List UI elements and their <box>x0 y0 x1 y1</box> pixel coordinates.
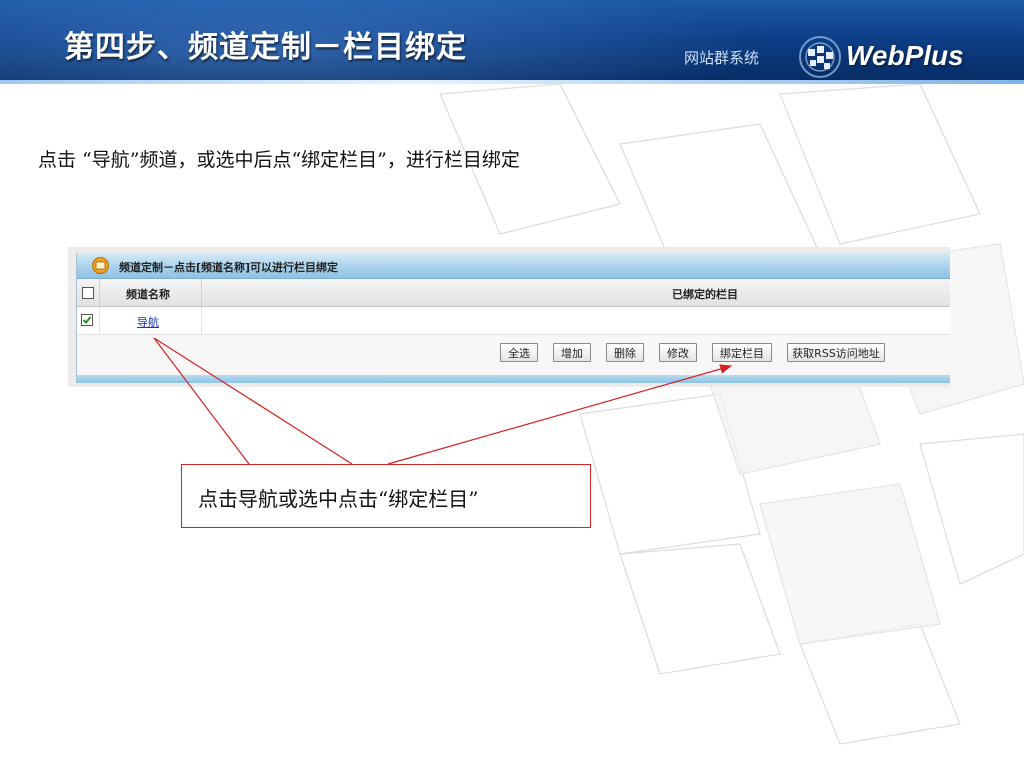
background-decoration <box>439 84 1024 745</box>
select-all-checkbox[interactable] <box>82 287 94 299</box>
row-check-cell <box>77 307 100 334</box>
table-row: 导航 <box>77 307 950 335</box>
column-header-bound: 已绑定的栏目 <box>672 288 738 301</box>
get-rss-url-button[interactable]: 获取RSS访问地址 <box>787 343 885 362</box>
callout-text: 点击导航或选中点击“绑定栏目” <box>198 487 479 511</box>
header-check-cell <box>77 279 100 306</box>
column-header-name: 频道名称 <box>126 288 170 301</box>
system-label: 网站群系统 <box>684 49 760 67</box>
folder-icon <box>92 257 109 274</box>
toolbar: 全选 增加 删除 修改 绑定栏目 获取RSS访问地址 <box>77 335 950 373</box>
channel-panel-screenshot: 频道定制－点击[频道名称]可以进行栏目绑定 频道名称 已绑定的栏目 导航 全选 … <box>68 247 950 387</box>
add-button[interactable]: 增加 <box>553 343 591 362</box>
webplus-logo-icon <box>799 36 841 78</box>
header-banner: 第四步、频道定制－栏目绑定 网站群系统 WebPlus <box>0 0 1024 84</box>
row-checkbox[interactable] <box>81 314 93 326</box>
delete-button[interactable]: 删除 <box>606 343 644 362</box>
bind-column-button[interactable]: 绑定栏目 <box>712 343 772 362</box>
panel-titlebar: 频道定制－点击[频道名称]可以进行栏目绑定 <box>77 253 950 279</box>
select-all-button[interactable]: 全选 <box>500 343 538 362</box>
channel-panel: 频道定制－点击[频道名称]可以进行栏目绑定 频道名称 已绑定的栏目 导航 全选 … <box>76 253 950 383</box>
channel-link-navigation[interactable]: 导航 <box>137 314 159 330</box>
panel-title: 频道定制－点击[频道名称]可以进行栏目绑定 <box>119 261 339 274</box>
row-name-cell: 导航 <box>99 307 202 334</box>
slide-title: 第四步、频道定制－栏目绑定 <box>64 30 467 65</box>
header-name-cell: 频道名称 <box>99 279 202 306</box>
grid-header: 频道名称 已绑定的栏目 <box>77 279 950 307</box>
callout-box: 点击导航或选中点击“绑定栏目” <box>181 464 591 528</box>
edit-button[interactable]: 修改 <box>659 343 697 362</box>
instruction-text: 点击 “导航”频道，或选中后点“绑定栏目”，进行栏目绑定 <box>38 149 520 171</box>
logo-text: WebPlus <box>846 40 964 71</box>
panel-footer <box>77 375 950 383</box>
